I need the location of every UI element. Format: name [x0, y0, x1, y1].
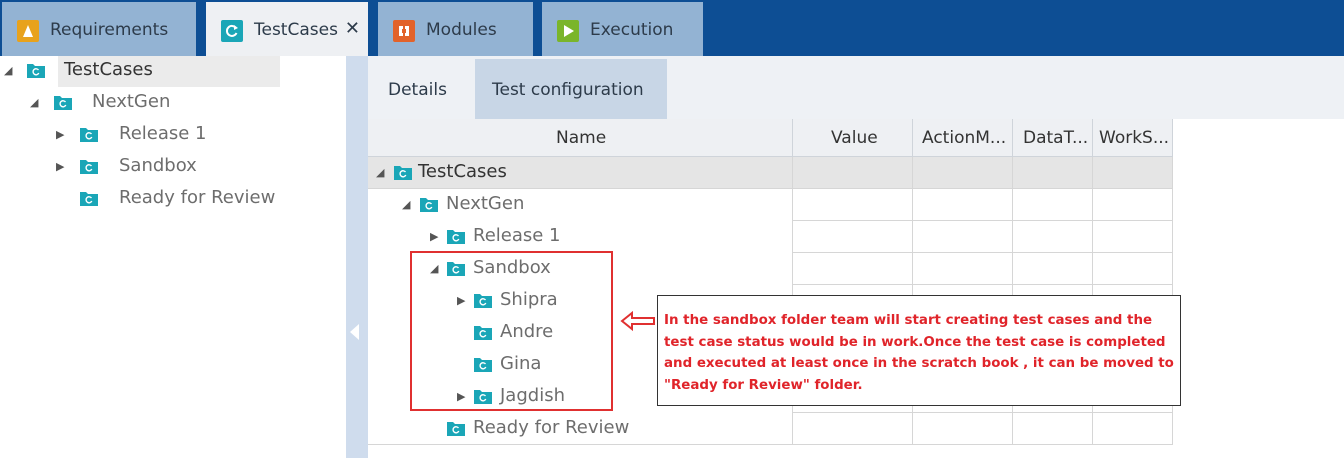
execution-icon [557, 20, 579, 42]
grid-cell [1093, 413, 1173, 445]
grid-cell [1013, 413, 1093, 445]
folder-icon [80, 192, 98, 206]
column-header-datatype[interactable]: DataT... [1013, 119, 1093, 156]
tree-item-label: Sandbox [119, 155, 197, 176]
folder-icon [80, 160, 98, 174]
grid-cell [793, 413, 913, 445]
row-label: NextGen [446, 193, 525, 214]
tree-item-label: NextGen [92, 91, 171, 112]
annotation-arrow-icon [620, 310, 655, 332]
tab-execution[interactable]: Execution [542, 2, 703, 56]
table-row-testcases[interactable]: ◢ TestCases [368, 157, 1173, 189]
grid-cell [1093, 221, 1173, 253]
column-header-workstate[interactable]: WorkS... [1093, 119, 1173, 156]
testcases-tree: ◢ TestCases ◢ NextGen ▶ Release 1 ▶ Sand… [0, 56, 346, 458]
tree-item-sandbox[interactable]: ▶ Sandbox [0, 152, 346, 182]
row-label: Release 1 [473, 225, 561, 246]
grid-cell [913, 157, 1013, 189]
column-label: WorkS... [1099, 128, 1170, 148]
tab-details[interactable]: Details [368, 59, 474, 119]
grid-cell [1093, 157, 1173, 189]
grid-cell [1093, 253, 1173, 285]
folder-icon [27, 64, 45, 78]
tree-item-label: TestCases [64, 59, 153, 80]
requirements-icon [17, 20, 39, 42]
tree-item-nextgen[interactable]: ◢ NextGen [0, 88, 346, 118]
row-label: Ready for Review [473, 417, 630, 438]
table-row-nextgen[interactable]: ◢ NextGen [368, 189, 1173, 221]
column-header-value[interactable]: Value [793, 119, 913, 156]
close-icon[interactable]: ✕ [345, 18, 360, 39]
column-label: DataT... [1023, 128, 1089, 148]
tree-item-label: Release 1 [119, 123, 207, 144]
annotation-highlight-box [410, 251, 613, 411]
folder-icon [80, 128, 98, 142]
collapse-left-icon[interactable] [350, 324, 359, 340]
column-label: Value [831, 128, 878, 148]
grid-cell [913, 189, 1013, 221]
column-label: ActionM... [922, 128, 1007, 148]
tab-label: Details [388, 80, 447, 100]
grid-cell [1013, 157, 1093, 189]
panel-splitter[interactable] [346, 56, 368, 458]
folder-icon [394, 166, 412, 180]
tree-item-release-1[interactable]: ▶ Release 1 [0, 120, 346, 150]
grid-cell [1013, 253, 1093, 285]
details-tab-strip: Details Test configuration [368, 56, 1344, 119]
module-tab-bar: Requirements TestCases ✕ Modules Executi… [0, 0, 1344, 56]
grid-header: Name Value ActionM... DataT... WorkS... [368, 119, 1173, 157]
tab-label: Modules [426, 20, 497, 40]
grid-cell [1093, 189, 1173, 221]
grid-cell [793, 221, 913, 253]
row-label: TestCases [418, 161, 507, 182]
folder-icon [420, 198, 438, 212]
expanded-arrow-icon[interactable]: ◢ [4, 64, 12, 77]
tab-label: TestCases [254, 20, 338, 40]
tree-item-label: Ready for Review [119, 187, 276, 208]
expanded-arrow-icon[interactable]: ◢ [376, 166, 384, 179]
column-header-name[interactable]: Name [368, 119, 793, 156]
column-label: Name [556, 128, 607, 148]
tree-item-ready-for-review[interactable]: Ready for Review [0, 184, 346, 214]
folder-icon [447, 230, 465, 244]
table-row-ready-for-review[interactable]: Ready for Review [368, 413, 1173, 445]
grid-cell [913, 253, 1013, 285]
annotation-text: In the sandbox folder team will start cr… [664, 313, 1174, 393]
tab-label: Test configuration [492, 80, 644, 100]
tab-testcases[interactable]: TestCases ✕ [206, 2, 368, 56]
table-row-release-1[interactable]: ▶ Release 1 [368, 221, 1173, 253]
tree-item-testcases[interactable]: ◢ TestCases [0, 56, 346, 87]
column-header-actionmode[interactable]: ActionM... [913, 119, 1013, 156]
folder-icon [447, 422, 465, 436]
collapsed-arrow-icon[interactable]: ▶ [56, 160, 64, 173]
tab-test-configuration[interactable]: Test configuration [475, 59, 667, 119]
tab-label: Requirements [50, 20, 169, 40]
grid-cell [793, 157, 913, 189]
expanded-arrow-icon[interactable]: ◢ [30, 96, 38, 109]
expanded-arrow-icon[interactable]: ◢ [402, 198, 410, 211]
grid-cell [913, 221, 1013, 253]
tab-label: Execution [590, 20, 674, 40]
annotation-callout: In the sandbox folder team will start cr… [657, 295, 1181, 406]
grid-cell [793, 189, 913, 221]
folder-icon [54, 96, 72, 110]
tab-requirements[interactable]: Requirements [2, 2, 196, 56]
grid-cell [1013, 221, 1093, 253]
modules-icon [393, 20, 415, 42]
grid-cell [793, 253, 913, 285]
testcases-icon [221, 20, 243, 42]
tab-modules[interactable]: Modules [378, 2, 533, 56]
collapsed-arrow-icon[interactable]: ▶ [430, 230, 438, 243]
grid-cell [913, 413, 1013, 445]
collapsed-arrow-icon[interactable]: ▶ [56, 128, 64, 141]
grid-cell [1013, 189, 1093, 221]
